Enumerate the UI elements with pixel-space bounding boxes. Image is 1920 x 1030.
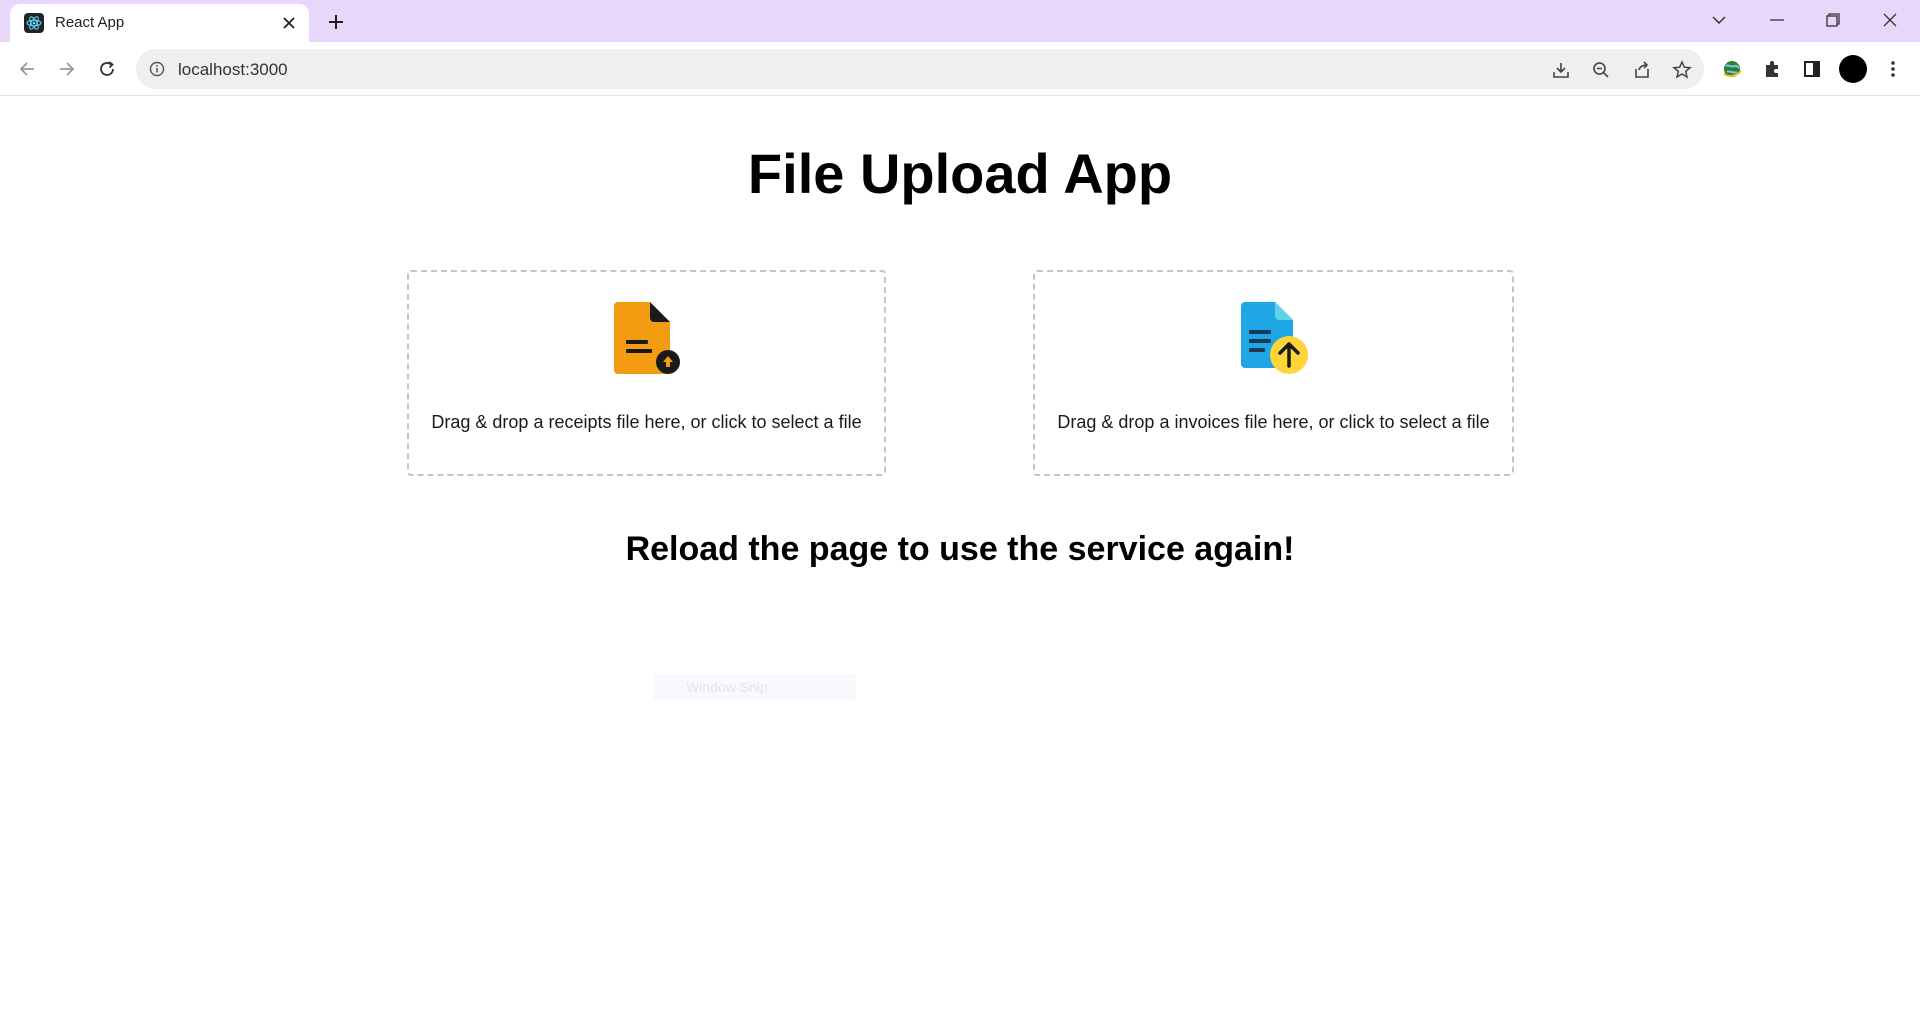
address-bar[interactable]: localhost:3000 xyxy=(136,49,1704,89)
back-arrow-icon[interactable] xyxy=(13,55,41,83)
window-snip-ghost: Window Snip xyxy=(654,674,856,700)
forward-arrow-icon[interactable] xyxy=(53,55,81,83)
invoices-dropzone-label: Drag & drop a invoices file here, or cli… xyxy=(1057,412,1490,432)
tab-title: React App xyxy=(55,14,125,31)
reload-icon[interactable] xyxy=(93,55,121,83)
extension-globe-icon[interactable] xyxy=(1718,55,1746,83)
close-tab-icon[interactable] xyxy=(278,12,300,34)
browser-toolbar: localhost:3000 xyxy=(0,42,1920,96)
page-content: File Upload App Drag & drop a receipts f… xyxy=(0,96,1920,1030)
tab-search-chevron-icon[interactable] xyxy=(1702,6,1736,34)
reload-message: Reload the page to use the service again… xyxy=(625,530,1295,568)
tab-strip: React App xyxy=(0,0,1920,42)
profile-avatar[interactable] xyxy=(1839,55,1867,83)
tab-react-app[interactable]: React App xyxy=(10,4,309,42)
extensions-puzzle-icon[interactable] xyxy=(1758,55,1786,83)
share-icon[interactable] xyxy=(1630,58,1654,82)
react-favicon-icon xyxy=(24,13,44,33)
bookmark-star-icon[interactable] xyxy=(1670,58,1694,82)
receipt-upload-icon xyxy=(612,302,684,376)
minimize-icon[interactable] xyxy=(1760,6,1794,34)
restore-icon[interactable] xyxy=(1816,6,1850,34)
install-app-icon[interactable] xyxy=(1549,58,1573,82)
invoice-upload-icon xyxy=(1239,302,1311,376)
menu-dots-icon[interactable] xyxy=(1879,55,1907,83)
url-text: localhost:3000 xyxy=(178,60,288,79)
zoom-out-icon[interactable] xyxy=(1589,58,1613,82)
site-info-icon[interactable] xyxy=(148,60,166,78)
new-tab-icon[interactable] xyxy=(322,8,350,36)
page-title: File Upload App xyxy=(747,142,1173,205)
receipts-dropzone-label: Drag & drop a receipts file here, or cli… xyxy=(431,412,862,432)
invoices-dropzone[interactable]: Drag & drop a invoices file here, or cli… xyxy=(1033,270,1514,476)
side-panel-icon[interactable] xyxy=(1798,55,1826,83)
receipts-dropzone[interactable]: Drag & drop a receipts file here, or cli… xyxy=(407,270,886,476)
close-window-icon[interactable] xyxy=(1873,6,1907,34)
